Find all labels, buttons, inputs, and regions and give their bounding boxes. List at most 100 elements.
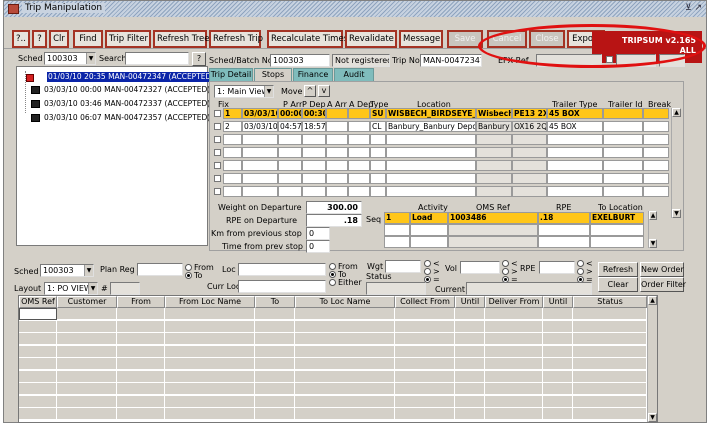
rpe-filter-field[interactable] (539, 261, 575, 274)
stop-cell-empty[interactable] (278, 134, 302, 145)
stop-cell-empty[interactable] (302, 186, 326, 197)
order-cell[interactable] (295, 308, 395, 320)
stop-cell-empty[interactable] (370, 147, 386, 158)
chevron-down-icon[interactable]: ▼ (84, 265, 93, 276)
order-cell[interactable] (57, 383, 117, 395)
order-cell[interactable] (255, 395, 295, 408)
activity-empty[interactable] (590, 236, 644, 248)
stop-cell-empty[interactable] (512, 173, 547, 184)
stop-date[interactable]: 03/03/10 (242, 121, 278, 132)
wgt-lt-radio[interactable] (424, 260, 431, 267)
activity-empty[interactable] (448, 224, 538, 236)
order-cell[interactable] (19, 333, 57, 345)
fix-checkbox[interactable] (214, 149, 221, 156)
stop-cell-empty[interactable] (302, 173, 326, 184)
order-cell[interactable] (573, 320, 647, 333)
order-cell[interactable] (485, 358, 543, 370)
filter-sched-select[interactable]: 100303 ▼ (40, 264, 94, 277)
tree-item[interactable]: 01/03/10 20:35 MAN-00472347 (ACCEPTED) (47, 72, 216, 82)
col-collect-from[interactable]: Collect From (395, 296, 455, 308)
window-controls-icon[interactable]: ⊻ ↗ (685, 3, 702, 13)
clear-button[interactable]: Clr (49, 30, 69, 48)
refresh-button[interactable]: Refresh (598, 262, 638, 277)
order-cell[interactable] (57, 370, 117, 383)
loc-from-radio[interactable] (329, 263, 336, 270)
tab-audit[interactable]: Audit (334, 68, 374, 81)
stop-cell-empty[interactable] (603, 147, 643, 158)
stop-cell-empty[interactable] (278, 147, 302, 158)
stop-cell-empty[interactable] (278, 186, 302, 197)
plan-from-radio[interactable] (185, 264, 192, 271)
stop-cell-empty[interactable] (348, 134, 370, 145)
stop-cell-empty[interactable] (476, 147, 512, 158)
order-cell[interactable] (117, 320, 165, 333)
scroll-down-icon[interactable]: ▼ (649, 239, 657, 248)
col-customer[interactable]: Customer (57, 296, 117, 308)
stop-cell-empty[interactable] (223, 173, 242, 184)
order-cell[interactable] (255, 358, 295, 370)
order-cell[interactable] (165, 333, 255, 345)
activity-empty[interactable] (384, 236, 410, 248)
order-cell[interactable] (57, 333, 117, 345)
stop-cell-empty[interactable] (370, 173, 386, 184)
stop-cell-empty[interactable] (643, 173, 669, 184)
stop-cell-empty[interactable] (643, 186, 669, 197)
order-cell[interactable] (455, 308, 485, 320)
vol-gt-radio[interactable] (502, 268, 509, 275)
order-cell[interactable] (455, 408, 485, 420)
col-until[interactable]: Until (455, 296, 485, 308)
stop-p-arr[interactable]: 00:00 (278, 108, 302, 119)
order-cell[interactable] (295, 333, 395, 345)
activity-empty[interactable] (448, 236, 538, 248)
find-button[interactable]: Find (73, 30, 103, 48)
tree-item[interactable]: 03/03/10 03:46 MAN-00472337 (ACCEPTED) (43, 99, 211, 109)
order-cell[interactable] (57, 408, 117, 420)
scroll-up-icon[interactable]: ▲ (648, 296, 657, 305)
stop-p-dep[interactable]: 00:30 (302, 108, 326, 119)
scroll-up-icon[interactable]: ▲ (649, 211, 657, 220)
stop-cell-empty[interactable] (643, 134, 669, 145)
order-cell[interactable] (395, 358, 455, 370)
order-cell[interactable] (295, 395, 395, 408)
order-cell[interactable] (455, 320, 485, 333)
rpe-field[interactable]: .18 (306, 214, 362, 227)
order-cell[interactable] (455, 345, 485, 358)
order-cell[interactable] (485, 308, 543, 320)
stops-scrollbar[interactable]: ▲ ▼ (671, 108, 681, 218)
scroll-down-icon[interactable]: ▼ (648, 413, 657, 422)
move-up-button[interactable]: ^ (304, 85, 316, 97)
clear-filter-button[interactable]: Clear (598, 277, 638, 292)
curr-loc-field[interactable] (238, 280, 326, 293)
chevron-down-icon[interactable]: ▼ (88, 283, 97, 294)
order-cell[interactable] (165, 320, 255, 333)
stop-a-arr[interactable] (326, 121, 348, 132)
stop-cell-empty[interactable] (242, 147, 278, 158)
fix-checkbox[interactable] (214, 188, 221, 195)
stop-cell-empty[interactable] (326, 160, 348, 171)
order-cell[interactable] (117, 333, 165, 345)
order-cell[interactable] (395, 345, 455, 358)
order-cell[interactable] (485, 408, 543, 420)
stop-cell-empty[interactable] (370, 186, 386, 197)
stop-cell-empty[interactable] (512, 160, 547, 171)
stop-a-arr[interactable] (326, 108, 348, 119)
order-cell[interactable] (255, 370, 295, 383)
stop-cell-empty[interactable] (476, 134, 512, 145)
order-cell[interactable] (165, 383, 255, 395)
order-cell[interactable] (543, 408, 573, 420)
stop-a-dep[interactable] (348, 121, 370, 132)
order-cell[interactable] (573, 333, 647, 345)
tab-stops[interactable]: Stops (254, 68, 292, 81)
order-cell[interactable] (117, 395, 165, 408)
stop-cell-empty[interactable] (278, 160, 302, 171)
layout-select[interactable]: 1: PO VIEW ▼ (44, 282, 98, 295)
stop-a-dep[interactable] (348, 108, 370, 119)
stop-cell-empty[interactable] (223, 147, 242, 158)
rpe-lt-radio[interactable] (577, 260, 584, 267)
stop-type[interactable]: SU (370, 108, 386, 119)
sched-select[interactable]: 100303 ▼ (44, 52, 96, 65)
order-cell[interactable] (395, 320, 455, 333)
order-cell[interactable] (395, 395, 455, 408)
order-cell[interactable] (117, 370, 165, 383)
stop-cell-empty[interactable] (348, 147, 370, 158)
